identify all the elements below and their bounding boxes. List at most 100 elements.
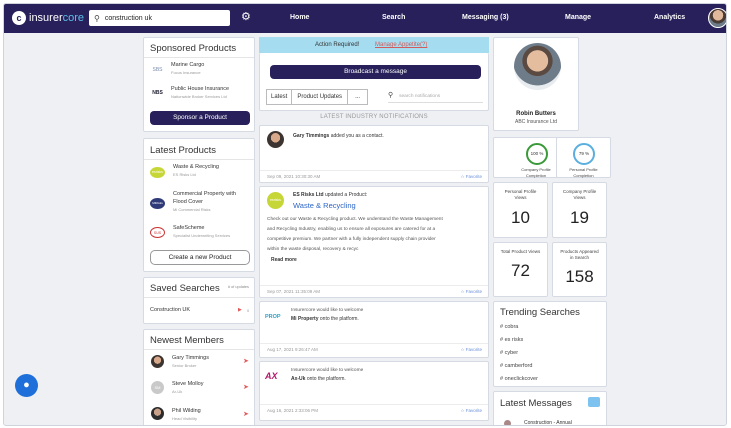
updates-column-label: # of updates bbox=[228, 285, 249, 289]
notifications-search-input[interactable]: ⚲ search notifications bbox=[388, 91, 483, 103]
manage-appetite-link[interactable]: Manage Appetite(?) bbox=[375, 42, 427, 48]
add-contact-icon[interactable]: ➤ bbox=[243, 383, 249, 391]
notification-product-link[interactable]: Waste & Recycling bbox=[293, 201, 356, 210]
add-contact-icon[interactable]: ➤ bbox=[243, 357, 249, 365]
latest-products-card: Latest Products esrisks Waste & Recyclin… bbox=[143, 138, 255, 272]
profile-name[interactable]: Robin Butters bbox=[494, 111, 578, 117]
stat-label: Total Product Views bbox=[500, 249, 541, 254]
global-search-input[interactable]: ⚲ construction uk bbox=[89, 10, 230, 26]
member-avatar[interactable] bbox=[151, 355, 164, 368]
favorite-link[interactable]: ☆ Favorite bbox=[460, 408, 482, 414]
personal-views-card: Personal Profile Views 10 bbox=[493, 182, 548, 238]
action-label: Action Required! bbox=[315, 42, 360, 48]
nav-analytics[interactable]: Analytics bbox=[654, 14, 685, 21]
product-title-line2[interactable]: Flood Cover bbox=[173, 199, 203, 205]
trending-item[interactable]: # cobra bbox=[500, 324, 518, 330]
user-avatar[interactable] bbox=[708, 8, 726, 28]
notification-text: Gary Timmings added you as a contact. bbox=[293, 133, 384, 139]
stat-label: Personal Profile Views bbox=[504, 189, 537, 200]
favorite-link[interactable]: ☆ Favorite bbox=[460, 289, 482, 295]
trending-item[interactable]: # es risks bbox=[500, 337, 523, 343]
sponsor-product-button[interactable]: Sponsor a Product bbox=[150, 111, 250, 125]
app-window: c insurercore ⚲ construction uk ⚙ Home S… bbox=[3, 3, 727, 426]
logo-icon: c bbox=[12, 11, 26, 25]
favorite-link[interactable]: ☆ Favorite bbox=[460, 347, 482, 353]
personal-completion-card: 79 % Personal Profile Completion bbox=[556, 137, 611, 178]
product-title[interactable]: Waste & Recycling bbox=[173, 164, 219, 170]
mi-property-logo: PROP bbox=[265, 314, 281, 320]
sponsored-item-title[interactable]: Public House Insurance bbox=[171, 86, 229, 92]
sponsored-title: Sponsored Products bbox=[150, 43, 237, 54]
message-preview[interactable]: Construction - Annual bbox=[524, 420, 572, 425]
create-product-button[interactable]: Create a new Product bbox=[150, 250, 250, 265]
tab-more[interactable]: ... bbox=[348, 90, 367, 104]
message-icon[interactable] bbox=[588, 397, 600, 407]
product-title[interactable]: SafeScheme bbox=[173, 225, 205, 231]
notification-card: AX Insurercore would like to welcome Ax-… bbox=[259, 361, 489, 421]
latest-messages-card: Latest Messages Construction - Annual bbox=[493, 391, 607, 425]
feed-header: LATEST INDUSTRY NOTIFICATIONS bbox=[320, 114, 428, 120]
member-name[interactable]: Gary Timmings bbox=[172, 355, 209, 361]
product-title[interactable]: Commercial Property with bbox=[173, 191, 236, 197]
favorite-link[interactable]: ☆ Favorite bbox=[460, 174, 482, 180]
nav-messaging[interactable]: Messaging (3) bbox=[462, 14, 509, 21]
notification-body-line: competitive premium. We partner with a f… bbox=[267, 237, 436, 242]
broadcast-card: Broadcast a message Latest Product Updat… bbox=[259, 53, 489, 111]
total-product-views-card: Total Product Views 72 bbox=[493, 242, 548, 297]
trending-item[interactable]: # cyber bbox=[500, 350, 518, 356]
play-icon[interactable]: ▶ bbox=[238, 307, 242, 313]
stat-label: Products Appeared in Search bbox=[560, 249, 599, 260]
focus-insurance-logo: SBS bbox=[152, 67, 163, 73]
search-icon: ⚲ bbox=[388, 92, 394, 99]
logo[interactable]: c insurercore bbox=[12, 11, 84, 25]
notification-card: esrisks ES Risks Ltd updated a Product: … bbox=[259, 186, 489, 298]
notification-body-line: and Recycling Industry, enabling us to e… bbox=[267, 227, 436, 232]
trending-searches-card: Trending Searches # cobra # es risks # c… bbox=[493, 301, 607, 387]
trending-title: Trending Searches bbox=[500, 307, 580, 318]
saved-search-item[interactable]: Construction UK bbox=[150, 307, 190, 313]
trending-item[interactable]: # camberford bbox=[500, 363, 532, 369]
sponsored-item-title[interactable]: Marine Cargo bbox=[171, 62, 204, 68]
stat-value: 72 bbox=[511, 261, 530, 280]
welcome-name-line: Ax-Uk onto the platform. bbox=[291, 376, 346, 382]
sponsored-item-sub: Nationwide Broker Services Ltd bbox=[171, 94, 227, 99]
profile-photo[interactable] bbox=[514, 43, 561, 90]
esrisks-logo: esrisks bbox=[267, 192, 284, 209]
member-avatar[interactable] bbox=[151, 407, 164, 420]
saved-search-count: 0 bbox=[247, 308, 250, 313]
welcome-name-line: Mi Property onto the platform. bbox=[291, 316, 359, 322]
nav-manage[interactable]: Manage bbox=[565, 14, 591, 21]
product-sub: Mi Commercial Risks bbox=[173, 207, 211, 212]
newest-members-card: Newest Members Gary Timmings Senior Brok… bbox=[143, 329, 255, 425]
nav-search[interactable]: Search bbox=[382, 14, 405, 21]
saved-searches-title: Saved Searches bbox=[150, 283, 220, 294]
sponsored-item-sub: Focus Insurance bbox=[171, 70, 201, 75]
member-avatar[interactable]: SM bbox=[151, 381, 164, 394]
tab-product-updates[interactable]: Product Updates bbox=[292, 90, 349, 104]
search-icon: ⚲ bbox=[94, 13, 100, 23]
logo-text: insurercore bbox=[29, 12, 85, 24]
chat-widget-button[interactable]: ● bbox=[15, 374, 38, 397]
notification-date: Sep 07, 2021 11:35:09 AM bbox=[267, 289, 320, 294]
add-contact-icon[interactable]: ➤ bbox=[243, 410, 249, 418]
tab-latest[interactable]: Latest bbox=[267, 90, 293, 104]
broadcast-button[interactable]: Broadcast a message bbox=[270, 65, 481, 79]
nav-home[interactable]: Home bbox=[290, 14, 309, 21]
stat-value: 19 bbox=[570, 208, 589, 227]
member-name[interactable]: Phil Wilding bbox=[172, 408, 201, 414]
latest-products-title: Latest Products bbox=[150, 145, 217, 156]
member-name[interactable]: Steve Molloy bbox=[172, 381, 204, 387]
stat-value: 10 bbox=[511, 208, 530, 227]
esrisks-logo: esrisks bbox=[150, 167, 165, 178]
read-more-link[interactable]: Read more bbox=[271, 257, 297, 263]
message-avatar bbox=[504, 420, 511, 425]
products-in-search-card: Products Appeared in Search 158 bbox=[552, 242, 607, 297]
sus-logo: SUS bbox=[150, 227, 165, 238]
welcome-text: Insurercore would like to welcome bbox=[291, 368, 364, 373]
notification-date: Aug 17, 2021 9:26:47 AM bbox=[267, 347, 318, 352]
notification-avatar[interactable] bbox=[267, 131, 284, 148]
sponsored-products-card: Sponsored Products SBS Marine Cargo Focu… bbox=[143, 37, 255, 132]
trending-item[interactable]: # oneclickcover bbox=[500, 376, 538, 382]
product-sub: Specialist Underwriting Services bbox=[173, 233, 231, 238]
gear-icon[interactable]: ⚙ bbox=[241, 10, 251, 23]
